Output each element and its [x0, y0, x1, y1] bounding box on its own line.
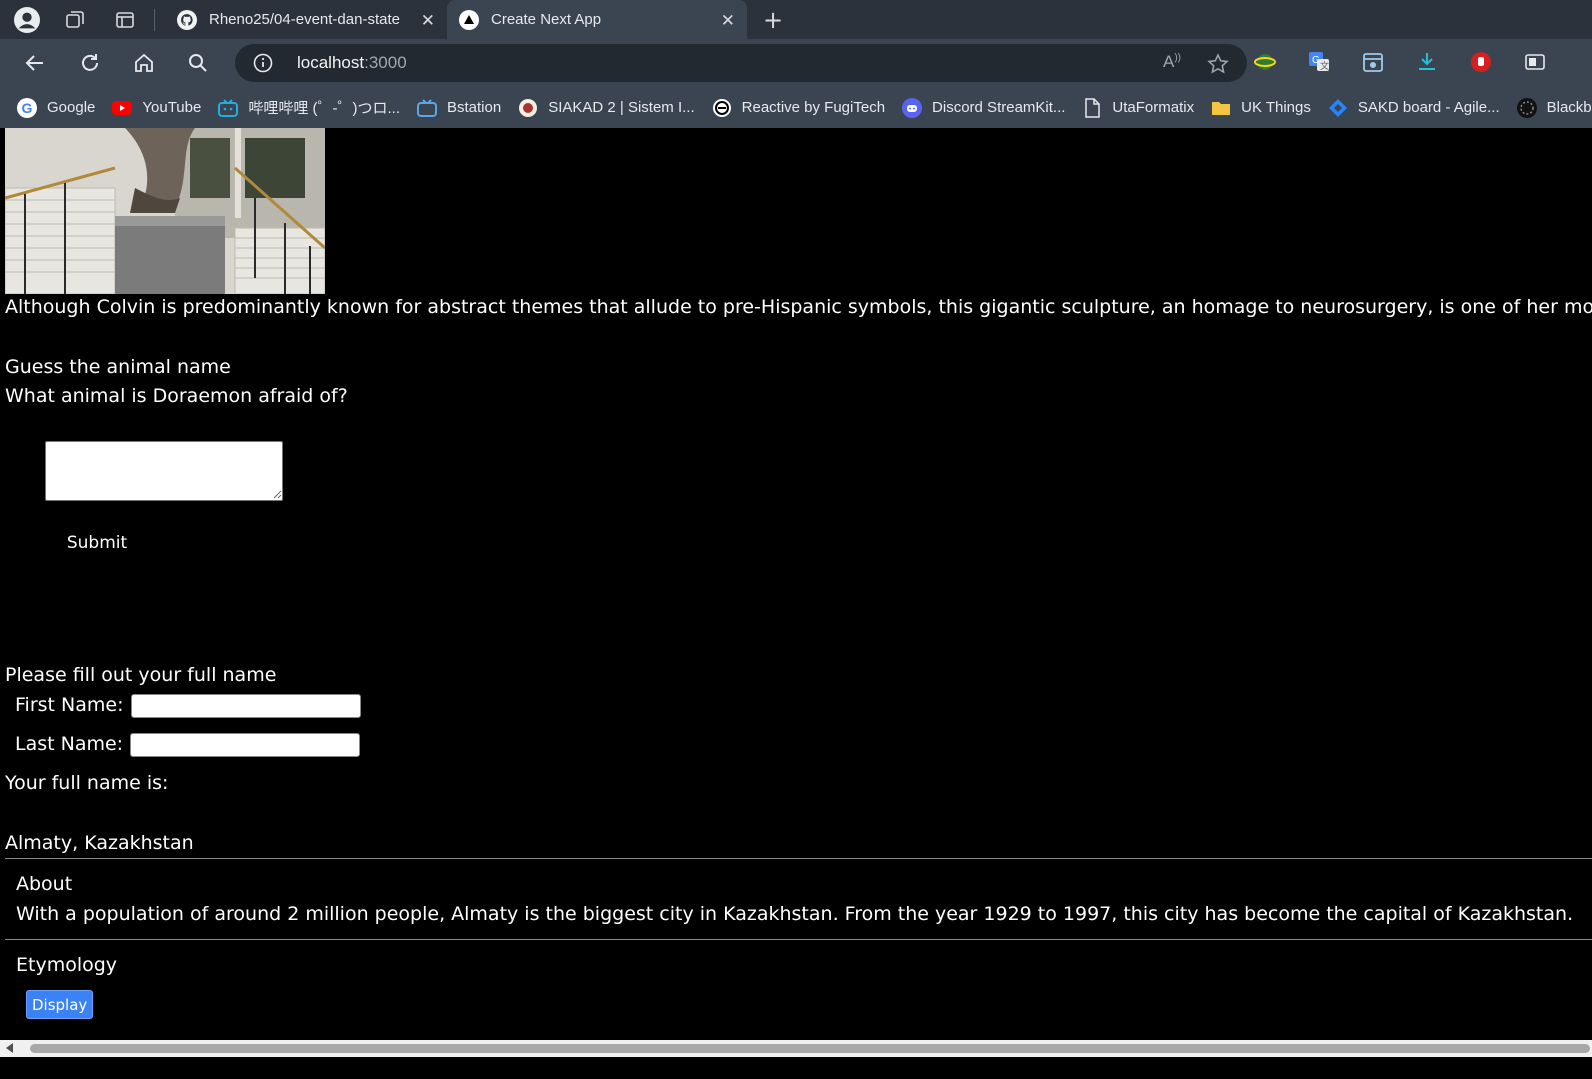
- siakad-icon: [519, 98, 538, 117]
- quiz-title: Guess the animal name: [5, 356, 231, 378]
- bookmark-label: Reactive by FugiTech: [741, 99, 886, 116]
- about-title: About: [16, 873, 73, 895]
- folder-icon: [1212, 101, 1231, 115]
- close-tab-icon[interactable]: ✕: [421, 11, 435, 31]
- bookmark-label: 哔哩哔哩 (゜-゜)つロ...: [248, 100, 400, 117]
- bookmark-google[interactable]: G Google: [17, 97, 96, 118]
- url-text: localhost:3000: [297, 53, 407, 72]
- bookmark-label: Google: [47, 99, 96, 116]
- tab-title: Rheno25/04-event-dan-state: [209, 11, 400, 28]
- search-icon[interactable]: [185, 50, 211, 76]
- bstation-icon: [416, 98, 437, 117]
- bookmark-youtube[interactable]: YouTube: [112, 98, 201, 118]
- blackbox-icon: [1516, 97, 1537, 118]
- bookmark-bstation[interactable]: Bstation: [416, 98, 502, 118]
- close-tab-icon[interactable]: ✕: [721, 11, 735, 31]
- bottom-strip: [0, 1057, 1592, 1079]
- bookmark-label: YouTube: [142, 99, 202, 116]
- profile-avatar-icon[interactable]: [14, 6, 40, 33]
- address-bar[interactable]: localhost:3000 A)): [235, 44, 1247, 82]
- display-button[interactable]: Display: [26, 990, 94, 1019]
- google-icon: G: [17, 97, 37, 118]
- first-name-label: First Name:: [15, 694, 124, 716]
- name-form-title: Please fill out your full name: [5, 664, 277, 686]
- bookmark-label: SIAKAD 2 | Sistem I...: [548, 99, 695, 116]
- site-info-icon[interactable]: [253, 53, 273, 73]
- scroll-left-icon[interactable]: [6, 1043, 13, 1053]
- last-name-input[interactable]: [130, 733, 360, 757]
- bookmark-label: SAKD board - Agile...: [1357, 99, 1500, 116]
- etymology-panel: Etymology Display: [5, 939, 1592, 1040]
- read-aloud-icon[interactable]: A)): [1163, 52, 1181, 72]
- bookmark-reactive[interactable]: Reactive by FugiTech: [712, 98, 885, 118]
- svg-text:文: 文: [1320, 60, 1329, 71]
- refresh-icon[interactable]: [77, 50, 103, 76]
- submit-button[interactable]: Submit: [49, 528, 145, 558]
- reactive-icon: [712, 98, 731, 117]
- bookmarks-bar: G Google YouTube 哔哩哔哩 (゜-゜)つロ... Bstatio…: [0, 87, 1592, 128]
- tab-create-next-app[interactable]: Create Next App ✕: [447, 0, 747, 39]
- workspaces-icon[interactable]: [62, 7, 88, 33]
- extension-calendar-icon[interactable]: [1362, 51, 1384, 73]
- city-name: Almaty, Kazakhstan: [5, 832, 194, 854]
- browser-toolbar: localhost:3000 A)) G文: [0, 39, 1592, 87]
- svg-text:G: G: [22, 100, 33, 116]
- bookmark-bilibili[interactable]: 哔哩哔哩 (゜-゜)つロ...: [218, 97, 400, 118]
- youtube-icon: [112, 100, 133, 115]
- back-icon[interactable]: [22, 50, 48, 76]
- last-name-label: Last Name:: [15, 733, 124, 755]
- scrollbar-thumb[interactable]: [30, 1044, 1590, 1053]
- tab-github[interactable]: Rheno25/04-event-dan-state ✕: [165, 0, 447, 39]
- bookmark-siakad[interactable]: SIAKAD 2 | Sistem I...: [518, 98, 695, 118]
- bookmark-sakd-board[interactable]: SAKD board - Agile...: [1328, 98, 1500, 118]
- home-icon[interactable]: [131, 50, 157, 76]
- extension-globe-icon[interactable]: [1254, 51, 1276, 73]
- bookmark-label: UK Things: [1241, 99, 1311, 116]
- bookmark-label: UtaFormatix: [1112, 99, 1195, 116]
- vertical-tabs-icon[interactable]: [112, 7, 138, 33]
- answer-textarea[interactable]: [45, 441, 283, 501]
- document-icon: [1085, 97, 1101, 118]
- page-content: Although Colvin is predominantly known f…: [5, 128, 1592, 1058]
- favorite-star-icon[interactable]: [1207, 53, 1229, 75]
- extension-stop-hand-icon[interactable]: [1470, 51, 1492, 73]
- bookmark-label: Bstation: [446, 99, 502, 116]
- github-icon: [177, 9, 197, 30]
- quiz-question: What animal is Doraemon afraid of?: [5, 385, 348, 407]
- bookmark-blackbox[interactable]: Blackbox: [1516, 97, 1592, 118]
- resize-grip-icon[interactable]: [270, 487, 282, 499]
- tab-title: Create Next App: [491, 11, 602, 28]
- sculpture-caption: Although Colvin is predominantly known f…: [5, 296, 1592, 318]
- bilibili-icon: [218, 98, 239, 117]
- sculpture-image: [5, 128, 325, 294]
- bookmark-label: Blackbox: [1546, 99, 1592, 116]
- tab-separator: [154, 8, 155, 31]
- first-name-input[interactable]: [131, 694, 361, 718]
- bookmark-label: Discord StreamKit...: [932, 99, 1066, 116]
- horizontal-scrollbar[interactable]: [0, 1040, 1592, 1057]
- new-tab-icon[interactable]: +: [763, 8, 783, 32]
- nextjs-icon: [459, 9, 479, 30]
- jira-icon: [1328, 98, 1347, 117]
- bookmark-discord[interactable]: Discord StreamKit...: [902, 97, 1066, 118]
- extension-download-icon[interactable]: [1416, 51, 1438, 73]
- bookmark-utaformatix[interactable]: UtaFormatix: [1082, 97, 1195, 118]
- split-screen-icon[interactable]: [1524, 51, 1546, 73]
- extension-translate-icon[interactable]: G文: [1308, 51, 1330, 73]
- bookmark-uk-things[interactable]: UK Things: [1211, 98, 1311, 118]
- full-name-result: Your full name is:: [5, 772, 169, 794]
- discord-icon: [902, 97, 923, 118]
- about-text: With a population of around 2 million pe…: [16, 903, 1574, 925]
- etymology-title: Etymology: [16, 954, 118, 976]
- about-panel: About With a population of around 2 mill…: [5, 858, 1592, 939]
- tab-bar: Rheno25/04-event-dan-state ✕ Create Next…: [0, 0, 1592, 39]
